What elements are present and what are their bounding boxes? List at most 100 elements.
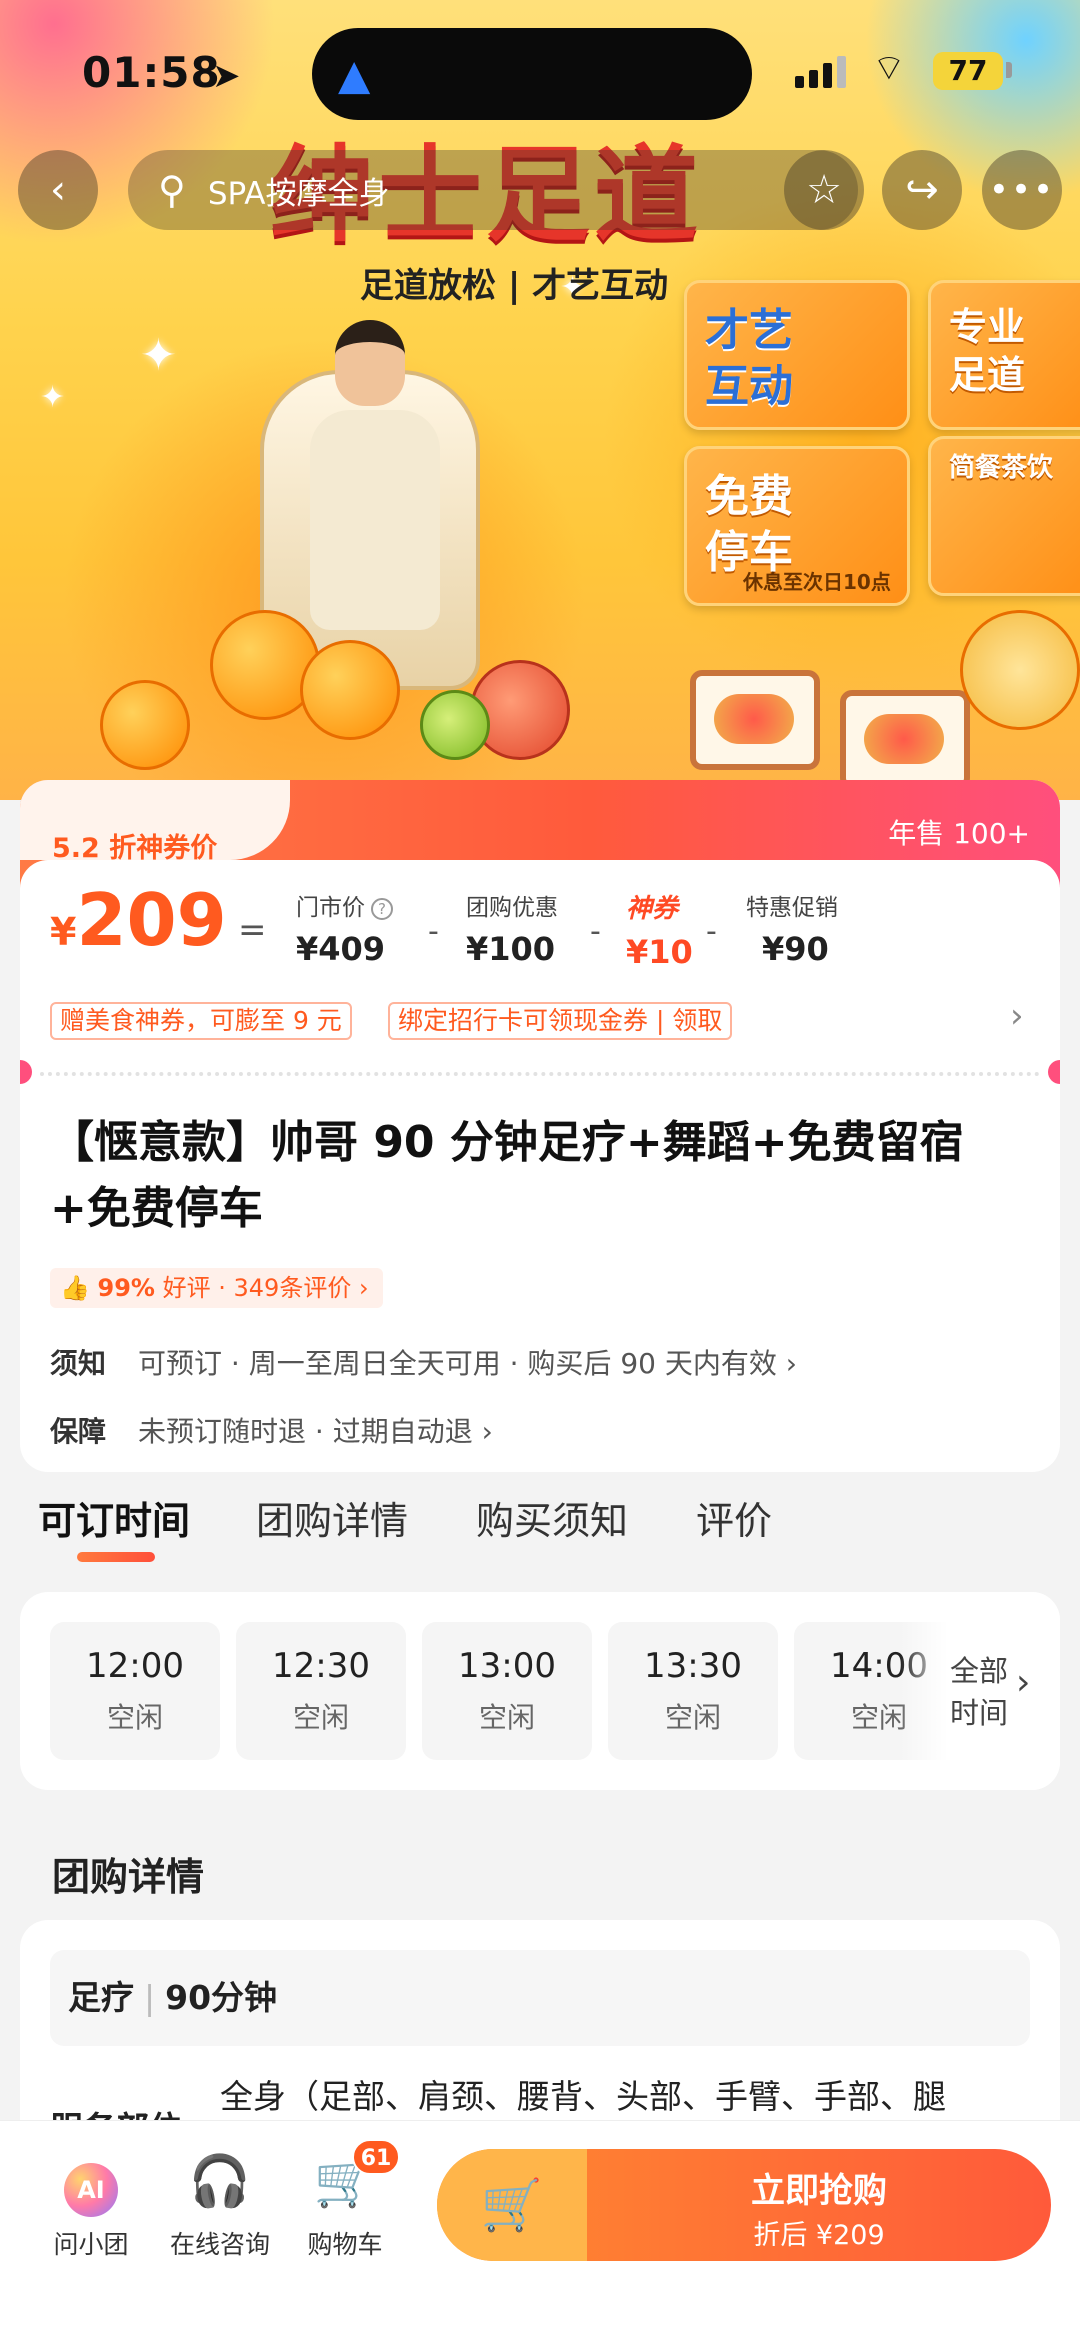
lime-illustration [420,690,490,760]
back-button[interactable]: ‹ [18,150,98,230]
status-bar: 01:58 ➤ ▲ ⌔ 77 [0,0,1080,135]
thumbs-up-icon: 👍 [60,1274,90,1302]
time-slot[interactable]: 13:00 空闲 [422,1622,592,1760]
chevron-right-icon: › [472,1415,493,1448]
time-slot[interactable]: 12:00 空闲 [50,1622,220,1760]
deal-title: 【惬意款】帅哥 90 分钟足疗+舞蹈+免费留宿+免费停车 [50,1117,964,1234]
notice-value: 可预订 · 周一至周日全天可用 · 购买后 90 天内有效 [138,1347,777,1380]
cellular-signal-icon [795,54,846,88]
coupon-value: ¥10 [626,933,693,971]
promo-chip-food-coupon[interactable]: 赠美食神券，可膨至 9 元 [50,1002,352,1040]
rating-text: 好评 · 349条评价 [162,1274,352,1302]
divider [40,1072,1040,1076]
deal-card: 5.2 折神券价 年售 100+ ¥209 = 门市价? ¥409 - 团购优惠… [20,780,1060,1472]
all-time-button[interactable]: 全部时间 [950,1650,1010,1734]
currency-symbol: ¥ [50,910,77,954]
online-consult-label: 在线咨询 [169,2230,270,2259]
package-duration: 90分钟 [165,1978,278,2017]
slot-status: 空闲 [106,1701,163,1734]
buy-now-subprice: 折后 ¥209 [753,2220,885,2251]
promotion-label: 特惠促销 [746,895,838,921]
wifi-icon: ⌔ [872,48,906,89]
share-button[interactable]: ↪ [882,150,962,230]
bottom-action-bar: AI 问小团 🎧 在线咨询 🛒 61 购物车 🛒 立即抢购 折后 ¥209 [0,2120,1080,2341]
group-discount: 团购优惠 ¥100 [466,888,558,968]
ai-assistant-button[interactable]: AI 问小团 [36,2151,146,2261]
sparkle-icon: ✦ [40,380,66,415]
guarantee-row[interactable]: 保障 未预订随时退 · 过期自动退 › [50,1410,493,1450]
hero-tile-text: 简餐茶饮 [949,453,1054,483]
tab-purchase-notes[interactable]: 购买须知 [476,1490,628,1545]
ai-assistant-icon: AI [64,2163,118,2217]
chevron-right-icon: › [776,1347,797,1380]
promo-chip-bank-card[interactable]: 绑定招行卡可领现金券 | 领取 [388,1002,733,1040]
section-title-deal-details: 团购详情 [52,1855,205,1899]
cart-label: 购物车 [307,2230,383,2259]
hero-tile-parking: 免费 停车 休息至次日10点 [684,446,910,606]
cart-button[interactable]: 🛒 61 购物车 [290,2139,400,2261]
food-tray-illustration [690,670,820,770]
dynamic-island: ▲ [312,28,752,120]
market-price-value: ¥409 [296,930,386,968]
guarantee-key: 保障 [50,1415,107,1448]
notice-row[interactable]: 须知 可预订 · 周一至周日全天可用 · 购买后 90 天内有效 › [50,1342,797,1382]
hero-tile-text: 才艺 互动 [705,305,793,412]
slot-status: 空闲 [664,1701,721,1734]
hero-tile-text: 免费 停车 [705,471,793,578]
active-tab-indicator [77,1552,155,1562]
slot-time: 12:00 [86,1646,184,1686]
time-slot[interactable]: 12:30 空闲 [236,1622,406,1760]
navigation-arrow-icon: ▲ [338,50,371,99]
tab-deal-details[interactable]: 团购详情 [256,1490,408,1545]
online-consult-button[interactable]: 🎧 在线咨询 [165,2151,275,2261]
rating-badge[interactable]: 👍 99% 好评 · 349条评价 › [50,1268,383,1308]
rating-percent: 99% [97,1274,155,1302]
search-placeholder: SPA按摩全身 [207,175,390,212]
help-icon[interactable]: ? [371,897,393,920]
hero-tile-meal: 简餐茶饮 [928,436,1080,596]
orange-illustration [100,680,190,770]
annual-sales: 年售 100+ [888,817,1030,850]
search-icon: ⚲ [158,168,186,212]
more-options-button[interactable]: ••• [982,150,1062,230]
headset-icon: 🎧 [188,2152,252,2210]
hero-tile-text: 专业 足道 [949,305,1026,397]
chevron-right-icon[interactable]: › [1016,1662,1030,1703]
status-time: 01:58 [82,48,221,97]
market-price-label: 门市价 [296,895,365,921]
buy-now-button[interactable]: 🛒 立即抢购 折后 ¥209 [437,2149,1051,2261]
sparkle-icon: ✦ [140,330,177,381]
ai-assistant-label: 问小团 [53,2230,129,2259]
top-navigation: ‹ ⚲ SPA按摩全身 ☆ ↪ ••• [0,150,1080,230]
service-value: 全身（足部、肩颈、腰背、头部、手臂、手部、腿 [220,2077,946,2116]
promotion-discount: 特惠促销 ¥90 [746,888,838,968]
hero-tile-note: 休息至次日10点 [743,570,891,594]
notice-key: 须知 [50,1347,107,1380]
tab-reviews[interactable]: 评价 [696,1490,772,1545]
market-price[interactable]: 门市价? ¥409 [296,888,393,968]
food-tray-illustration [840,690,970,790]
tab-available-time[interactable]: 可订时间 [38,1490,190,1545]
hero-tile-foot: 专业 足道 [928,280,1080,430]
final-price: ¥209 [50,878,227,962]
coupon-label: 神券 [626,894,679,924]
favorite-star-button[interactable]: ☆ [784,150,864,230]
hero-tile-talent: 才艺 互动 [684,280,910,430]
package-bar: 足疗 | 90分钟 [50,1950,1030,2046]
package-name: 足疗 [68,1978,134,2017]
time-slot[interactable]: 13:30 空闲 [608,1622,778,1760]
slot-time: 12:30 [272,1646,370,1686]
slot-time: 13:00 [458,1646,556,1686]
orange-illustration [300,640,400,740]
search-bar[interactable]: ⚲ SPA按摩全身 [128,150,858,230]
guarantee-value: 未预订随时退 · 过期自动退 [138,1415,473,1448]
equals-sign: = [238,910,267,950]
add-to-cart-icon[interactable]: 🛒 [437,2149,587,2261]
buy-now-label: 立即抢购 [751,2171,887,2211]
group-discount-label: 团购优惠 [466,895,558,921]
slot-status: 空闲 [292,1701,349,1734]
group-discount-value: ¥100 [466,930,556,968]
chevron-right-icon[interactable]: › [1010,996,1024,1036]
cart-count-badge: 61 [352,2139,400,2175]
slot-status: 空闲 [478,1701,535,1734]
